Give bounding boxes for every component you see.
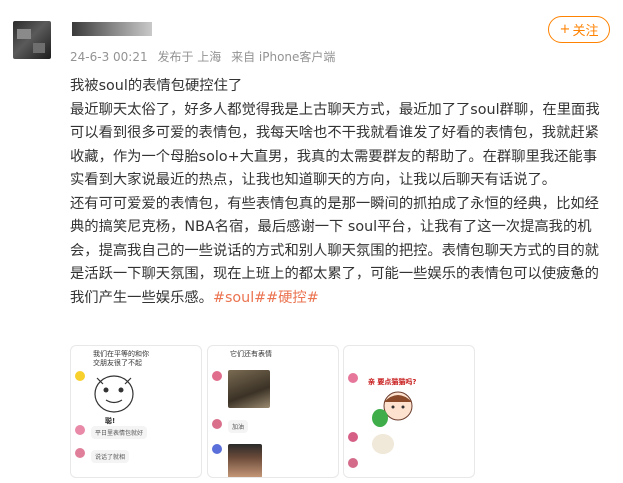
thumb1-sticker-text: 聪! (105, 417, 116, 425)
follow-label: 关注 (572, 24, 599, 39)
paragraph-2-text: 还有可可爱爱的表情包，有些表情包真的是那一瞬间的抓拍成了永恒的经典，比如经典的搞… (70, 195, 599, 306)
hashtag-link[interactable]: #soul##硬控# (213, 290, 319, 306)
meme-face-icon (94, 375, 134, 413)
post-time[interactable]: 24-6-3 00:21 (70, 50, 148, 64)
post-location: 发布于 上海 (157, 50, 222, 64)
post-title: 我被soul的表情包硬控住了 (70, 78, 243, 94)
follow-button[interactable]: + 关注 (548, 16, 610, 43)
user-avatar-icon (348, 373, 358, 383)
thumb1-caption: 我们在平等的和你 (93, 350, 149, 358)
user-avatar-icon (348, 458, 358, 468)
avatar[interactable] (13, 21, 51, 59)
face-photo-image (228, 444, 262, 477)
user-avatar-icon (212, 419, 222, 429)
user-avatar-icon (75, 425, 85, 435)
user-avatar-icon (348, 432, 358, 442)
thumb1-caption-2: 交朋友很了不起 (93, 359, 142, 367)
cartoon-girl-sticker-icon (372, 391, 413, 427)
user-avatar-icon (212, 371, 222, 381)
thumb1-bubble-1: 平日里表情包就好 (91, 426, 148, 439)
emoji-avatar-icon (75, 371, 85, 381)
thumb2-caption: 它们还有表情 (230, 350, 272, 358)
cat-sticker-image (372, 434, 394, 454)
post-paragraph-1: 最近聊天太俗了，好多人都觉得我是上古聊天方式，最近加了了soul群聊，在里面我可… (70, 101, 600, 189)
plus-icon: + (559, 22, 571, 37)
post-paragraph-2: 还有可可爱爱的表情包，有些表情包真的是那一瞬间的抓拍成了永恒的经典，比如经典的搞… (70, 193, 610, 311)
thumb3-sticker-text: 亲 要点猫猫吗? (368, 378, 417, 386)
post-body: 我被soul的表情包硬控住了 最近聊天太俗了，好多人都觉得我是上古聊天方式，最近… (70, 75, 610, 310)
image-thumbnail-3[interactable]: 亲 要点猫猫吗? (343, 345, 475, 478)
user-avatar-icon (75, 448, 85, 458)
photo-sticker-image (228, 370, 270, 408)
thumb2-bubble-1: 加油 (228, 420, 249, 433)
username-redacted[interactable] (72, 22, 152, 36)
post-meta: 24-6-3 00:21 发布于 上海 来自 iPhone客户端 (70, 48, 341, 65)
image-thumbnail-2[interactable]: 它们还有表情 加油 (207, 345, 339, 478)
post-client: 来自 iPhone客户端 (231, 50, 336, 64)
image-thumbnail-1[interactable]: 我们在平等的和你 交朋友很了不起 聪! 平日里表情包就好 说话了就相 (70, 345, 202, 478)
user-avatar-icon (212, 444, 222, 454)
thumb1-bubble-2: 说话了就相 (91, 450, 130, 463)
